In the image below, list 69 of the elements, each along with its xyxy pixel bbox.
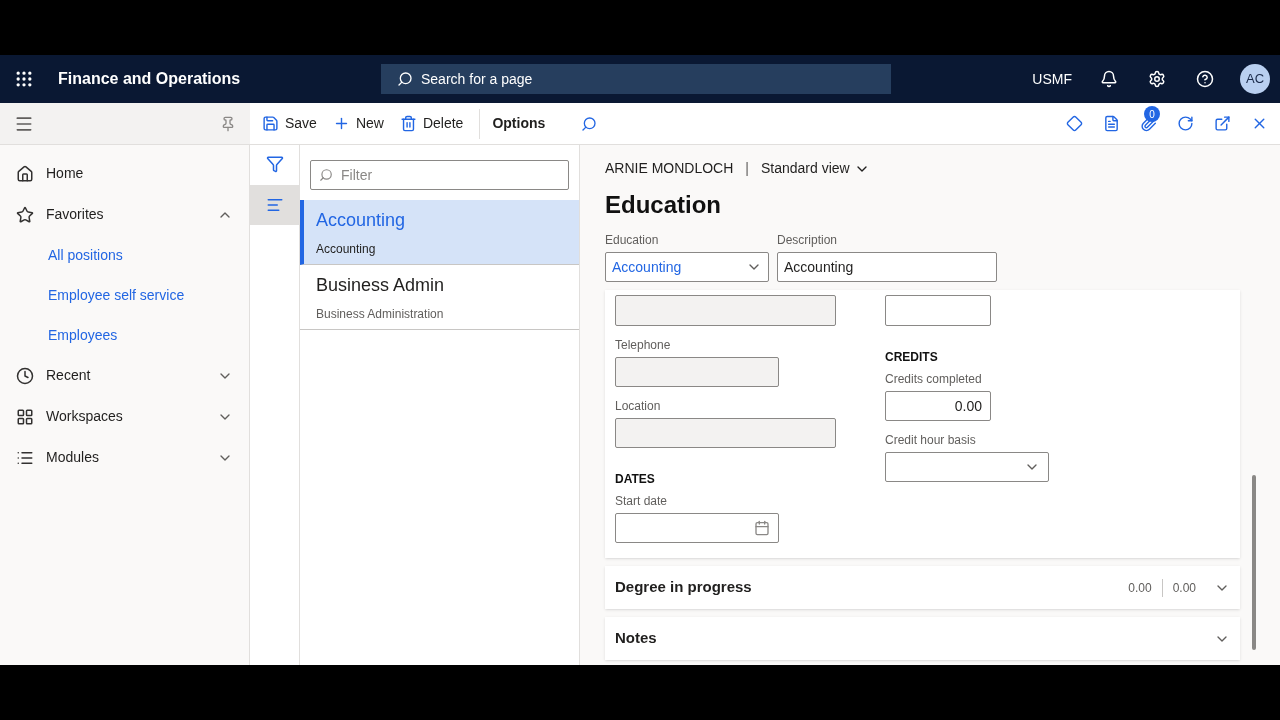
trash-icon <box>399 115 417 132</box>
diamond-icon[interactable] <box>1066 115 1083 132</box>
bell-icon[interactable] <box>1100 70 1118 88</box>
fasttab-header[interactable]: Degree in progress 0.00 0.00 <box>605 566 1240 609</box>
pin-icon[interactable] <box>220 115 236 132</box>
list-icon <box>265 196 284 214</box>
nav-item[interactable]: Home <box>0 153 249 194</box>
options-tab[interactable]: Options <box>479 108 546 139</box>
summary-value: 0.00 <box>1127 579 1153 597</box>
record-subtitle: Business Administration <box>316 305 445 323</box>
input-field[interactable]: Accounting <box>777 252 997 282</box>
nav-item[interactable]: Modules <box>0 437 249 478</box>
list-record[interactable]: Accounting Accounting <box>300 200 579 265</box>
field-label: Education <box>605 232 660 249</box>
user-avatar[interactable]: AC <box>1240 64 1270 94</box>
nav-link[interactable]: Employees <box>0 315 249 355</box>
clock-icon <box>16 366 34 385</box>
filter-field[interactable]: Filter <box>310 160 569 190</box>
nav-link[interactable]: Employee self service <box>0 275 249 315</box>
nav-item[interactable]: Workspaces <box>0 396 249 437</box>
list-view-tab[interactable] <box>250 185 299 225</box>
nav-item[interactable]: Recent <box>0 355 249 396</box>
section-heading: CREDITS <box>885 349 939 366</box>
office-icon[interactable] <box>1103 115 1120 132</box>
field-label: Description <box>777 232 839 249</box>
app-title: Finance and Operations <box>58 69 242 89</box>
nav-link[interactable]: All positions <box>0 235 249 275</box>
search-field[interactable]: Search for a page <box>381 64 891 94</box>
settings-icon[interactable] <box>1148 70 1166 88</box>
summary-value: 0.00 <box>1161 578 1206 597</box>
dropdown-field[interactable]: Accounting <box>605 252 769 282</box>
field-label: Credits completed <box>885 371 983 388</box>
help-icon[interactable] <box>1196 70 1214 88</box>
scrollbar[interactable] <box>1252 475 1256 650</box>
input-field[interactable]: 0.00 <box>885 391 991 421</box>
attachment-count-badge: 0 <box>1144 106 1160 122</box>
search-icon <box>397 71 413 87</box>
field-label: Credit hour basis <box>885 432 977 449</box>
date-field[interactable] <box>615 513 779 543</box>
company-label[interactable]: USMF <box>1032 68 1072 90</box>
search-icon[interactable] <box>581 115 598 132</box>
section-heading: DATES <box>615 471 656 488</box>
page-title: Education <box>605 190 722 220</box>
input-field[interactable] <box>885 295 991 326</box>
calendar-icon <box>754 520 770 536</box>
toolbar-button[interactable]: New <box>332 113 384 134</box>
field-label: Location <box>615 398 662 415</box>
field-label: Start date <box>615 493 669 510</box>
record-title: Business Admin <box>316 273 446 297</box>
app-launcher-icon[interactable] <box>14 69 34 89</box>
nav-item[interactable]: Favorites <box>0 194 249 235</box>
star-icon <box>16 205 34 224</box>
field-label: Telephone <box>615 337 672 354</box>
dropdown-field[interactable] <box>885 452 1049 482</box>
view-selector[interactable]: Standard view <box>761 158 870 179</box>
toolbar-button[interactable]: Delete <box>399 113 464 134</box>
filter-icon[interactable] <box>265 155 284 173</box>
save-icon <box>262 115 279 132</box>
record-title: Accounting <box>316 208 407 232</box>
popout-icon[interactable] <box>1214 115 1231 132</box>
record-caption: ARNIE MONDLOCH <box>605 159 734 178</box>
separator: | <box>745 159 749 178</box>
grid-icon <box>16 407 34 426</box>
toolbar-button[interactable]: Save <box>262 113 317 134</box>
fasttab-header[interactable]: Notes <box>605 617 1240 660</box>
home-icon <box>16 164 34 183</box>
refresh-icon[interactable] <box>1177 115 1194 132</box>
record-subtitle: Accounting <box>316 240 377 258</box>
search-icon <box>319 168 333 182</box>
